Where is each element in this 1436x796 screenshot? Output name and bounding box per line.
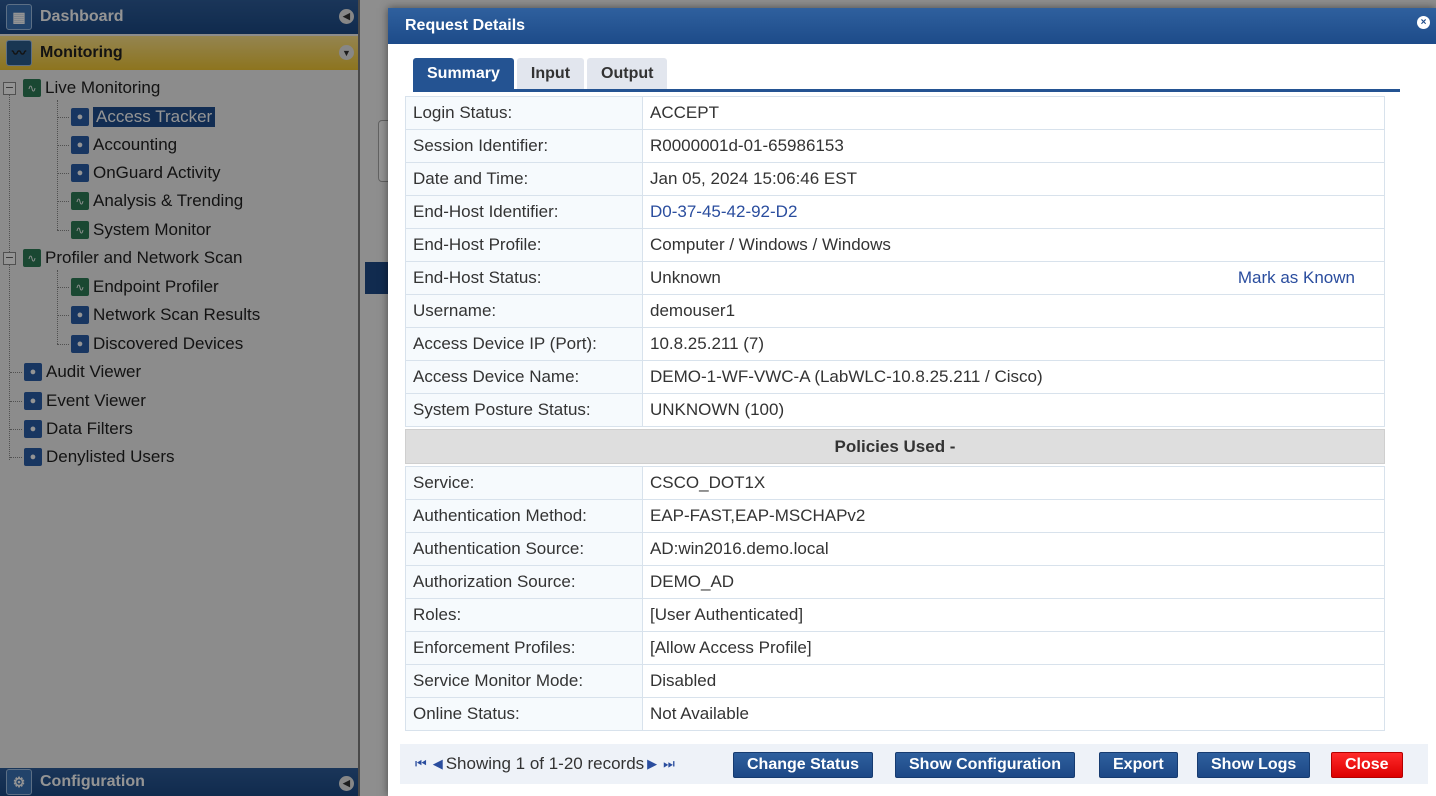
tab-input[interactable]: Input	[516, 58, 585, 89]
field-value: [User Authenticated]	[642, 598, 1385, 632]
table-row: Username: demouser1	[405, 294, 1385, 328]
field-value: Disabled	[642, 664, 1385, 698]
field-label: Enforcement Profiles:	[405, 631, 643, 665]
field-value: Not Available	[642, 697, 1385, 731]
dialog-title: Request Details	[405, 17, 526, 34]
table-row: End-Host Profile: Computer / Windows / Wi…	[405, 228, 1385, 262]
field-value: AD:win2016.demo.local	[642, 532, 1385, 566]
field-label: Roles:	[405, 598, 643, 632]
field-label: Date and Time:	[405, 162, 643, 196]
export-button[interactable]: Export	[1099, 752, 1178, 778]
field-value: R0000001d-01-65986153	[642, 129, 1385, 163]
field-label: Session Identifier:	[405, 129, 643, 163]
pager: ⏮ ◀ Showing 1 of 1-20 records ▶ ⏭	[412, 754, 678, 774]
last-page-icon[interactable]: ⏭	[663, 756, 675, 772]
field-value: CSCO_DOT1X	[642, 466, 1385, 500]
field-value: Jan 05, 2024 15:06:46 EST	[642, 162, 1385, 196]
field-value: 10.8.25.211 (7)	[642, 327, 1385, 361]
table-row: Enforcement Profiles: [Allow Access Profi…	[405, 631, 1385, 665]
dialog-footer: ⏮ ◀ Showing 1 of 1-20 records ▶ ⏭ Change…	[400, 744, 1428, 784]
field-value: Computer / Windows / Windows	[642, 228, 1385, 262]
show-configuration-button[interactable]: Show Configuration	[895, 752, 1075, 778]
field-value: UNKNOWN (100)	[642, 393, 1385, 427]
policies-section-header[interactable]: Policies Used -	[405, 429, 1385, 464]
field-label: Login Status:	[405, 96, 643, 130]
table-row: Service: CSCO_DOT1X	[405, 466, 1385, 500]
tab-output[interactable]: Output	[587, 58, 668, 89]
request-details-dialog: Request Details × Summary Input Output L…	[388, 8, 1436, 796]
table-row: Authentication Method: EAP-FAST,EAP-MSCHA…	[405, 499, 1385, 533]
field-label: Username:	[405, 294, 643, 328]
details-table: Login Status: ACCEPT Session Identifier: R…	[405, 96, 1385, 731]
previous-page-icon[interactable]: ◀	[433, 756, 443, 772]
field-label: Access Device Name:	[405, 360, 643, 394]
table-row: End-Host Status: Unknown Mark as Known	[405, 261, 1385, 295]
field-value-cell: D0-37-45-42-92-D2	[642, 195, 1385, 229]
field-label: Service Monitor Mode:	[405, 664, 643, 698]
field-label: Access Device IP (Port):	[405, 327, 643, 361]
mark-as-known-link[interactable]: Mark as Known	[1238, 268, 1355, 288]
table-row: Access Device IP (Port): 10.8.25.211 (7)	[405, 327, 1385, 361]
field-label: System Posture Status:	[405, 393, 643, 427]
table-row: Authorization Source: DEMO_AD	[405, 565, 1385, 599]
dialog-title-bar: Request Details ×	[388, 8, 1436, 44]
field-label: Authorization Source:	[405, 565, 643, 599]
show-logs-button[interactable]: Show Logs	[1197, 752, 1311, 778]
table-row: Session Identifier: R0000001d-01-65986153	[405, 129, 1385, 163]
table-row: Online Status: Not Available	[405, 697, 1385, 731]
field-value: [Allow Access Profile]	[642, 631, 1385, 665]
field-value-cell: Unknown Mark as Known	[642, 261, 1385, 295]
tab-summary[interactable]: Summary	[413, 58, 514, 89]
first-page-icon[interactable]: ⏮	[415, 756, 427, 772]
table-row: Access Device Name: DEMO-1-WF-VWC-A (LabW…	[405, 360, 1385, 394]
tab-bar: Summary Input Output	[413, 58, 670, 89]
field-label: End-Host Identifier:	[405, 195, 643, 229]
table-row: Login Status: ACCEPT	[405, 96, 1385, 130]
policies-used-heading: Policies Used -	[405, 429, 1385, 464]
field-value: ACCEPT	[642, 96, 1385, 130]
change-status-button[interactable]: Change Status	[733, 752, 874, 778]
end-host-identifier-link[interactable]: D0-37-45-42-92-D2	[650, 202, 797, 221]
field-label: End-Host Profile:	[405, 228, 643, 262]
field-value: DEMO-1-WF-VWC-A (LabWLC-10.8.25.211 / Ci…	[642, 360, 1385, 394]
field-value: DEMO_AD	[642, 565, 1385, 599]
field-value: EAP-FAST,EAP-MSCHAPv2	[642, 499, 1385, 533]
next-page-icon[interactable]: ▶	[647, 756, 657, 772]
pager-text: Showing 1 of 1-20 records	[445, 754, 645, 773]
field-value: Unknown	[650, 268, 721, 287]
table-row: Authentication Source: AD:win2016.demo.lo…	[405, 532, 1385, 566]
table-row: System Posture Status: UNKNOWN (100)	[405, 393, 1385, 427]
close-icon[interactable]: ×	[1417, 16, 1430, 29]
field-label: Online Status:	[405, 697, 643, 731]
field-label: Service:	[405, 466, 643, 500]
table-row: Service Monitor Mode: Disabled	[405, 664, 1385, 698]
close-button[interactable]: Close	[1331, 752, 1403, 778]
field-label: End-Host Status:	[405, 261, 643, 295]
table-row: Roles: [User Authenticated]	[405, 598, 1385, 632]
field-label: Authentication Source:	[405, 532, 643, 566]
field-value: demouser1	[642, 294, 1385, 328]
table-row: End-Host Identifier: D0-37-45-42-92-D2	[405, 195, 1385, 229]
tab-underline	[413, 89, 1400, 92]
table-row: Date and Time: Jan 05, 2024 15:06:46 EST	[405, 162, 1385, 196]
field-label: Authentication Method:	[405, 499, 643, 533]
